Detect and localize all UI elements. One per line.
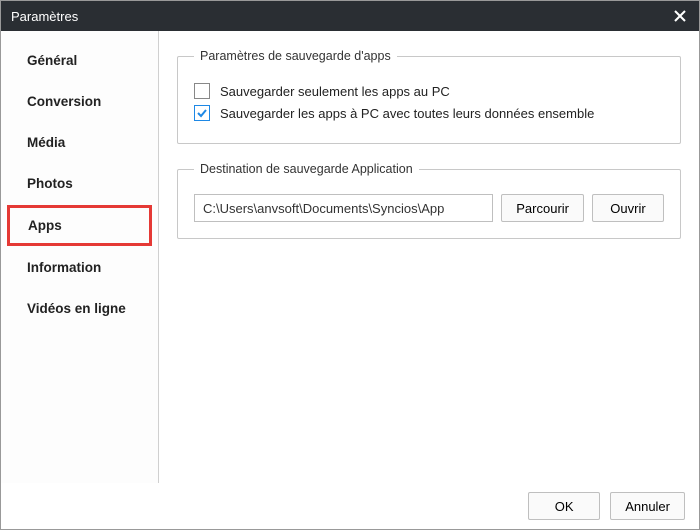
cancel-button[interactable]: Annuler [610,492,685,520]
sidebar-item-label: Général [27,53,77,68]
destination-path-input[interactable] [194,194,493,222]
sidebar: Général Conversion Média Photos Apps Inf… [1,31,159,483]
settings-window: Paramètres Général Conversion Média Phot… [0,0,700,530]
destination-row: Parcourir Ouvrir [194,194,664,222]
checkbox-only-pc-label: Sauvegarder seulement les apps au PC [220,84,450,99]
destination-group: Destination de sauvegarde Application Pa… [177,162,681,239]
option-row-with-data: Sauvegarder les apps à PC avec toutes le… [194,105,664,121]
sidebar-item-label: Photos [27,176,73,191]
sidebar-item-label: Apps [28,218,62,233]
close-icon[interactable] [671,7,689,25]
open-button[interactable]: Ouvrir [592,194,664,222]
sidebar-item-label: Média [27,135,65,150]
sidebar-item-conversion[interactable]: Conversion [7,82,152,121]
sidebar-item-photos[interactable]: Photos [7,164,152,203]
sidebar-item-media[interactable]: Média [7,123,152,162]
sidebar-item-label: Information [27,260,101,275]
window-title: Paramètres [11,9,78,24]
titlebar: Paramètres [1,1,699,31]
sidebar-item-label: Vidéos en ligne [27,301,126,316]
destination-legend: Destination de sauvegarde Application [194,162,419,176]
sidebar-item-information[interactable]: Information [7,248,152,287]
sidebar-item-videos-online[interactable]: Vidéos en ligne [7,289,152,328]
main-panel: Paramètres de sauvegarde d'apps Sauvegar… [159,31,699,483]
option-row-only-pc: Sauvegarder seulement les apps au PC [194,83,664,99]
checkbox-only-pc[interactable] [194,83,210,99]
checkbox-with-data-label: Sauvegarder les apps à PC avec toutes le… [220,106,594,121]
backup-settings-group: Paramètres de sauvegarde d'apps Sauvegar… [177,49,681,144]
backup-settings-legend: Paramètres de sauvegarde d'apps [194,49,397,63]
footer: OK Annuler [1,483,699,529]
sidebar-item-apps[interactable]: Apps [7,205,152,246]
ok-button[interactable]: OK [528,492,600,520]
sidebar-item-label: Conversion [27,94,101,109]
body: Général Conversion Média Photos Apps Inf… [1,31,699,483]
browse-button[interactable]: Parcourir [501,194,584,222]
checkbox-with-data[interactable] [194,105,210,121]
sidebar-item-general[interactable]: Général [7,41,152,80]
